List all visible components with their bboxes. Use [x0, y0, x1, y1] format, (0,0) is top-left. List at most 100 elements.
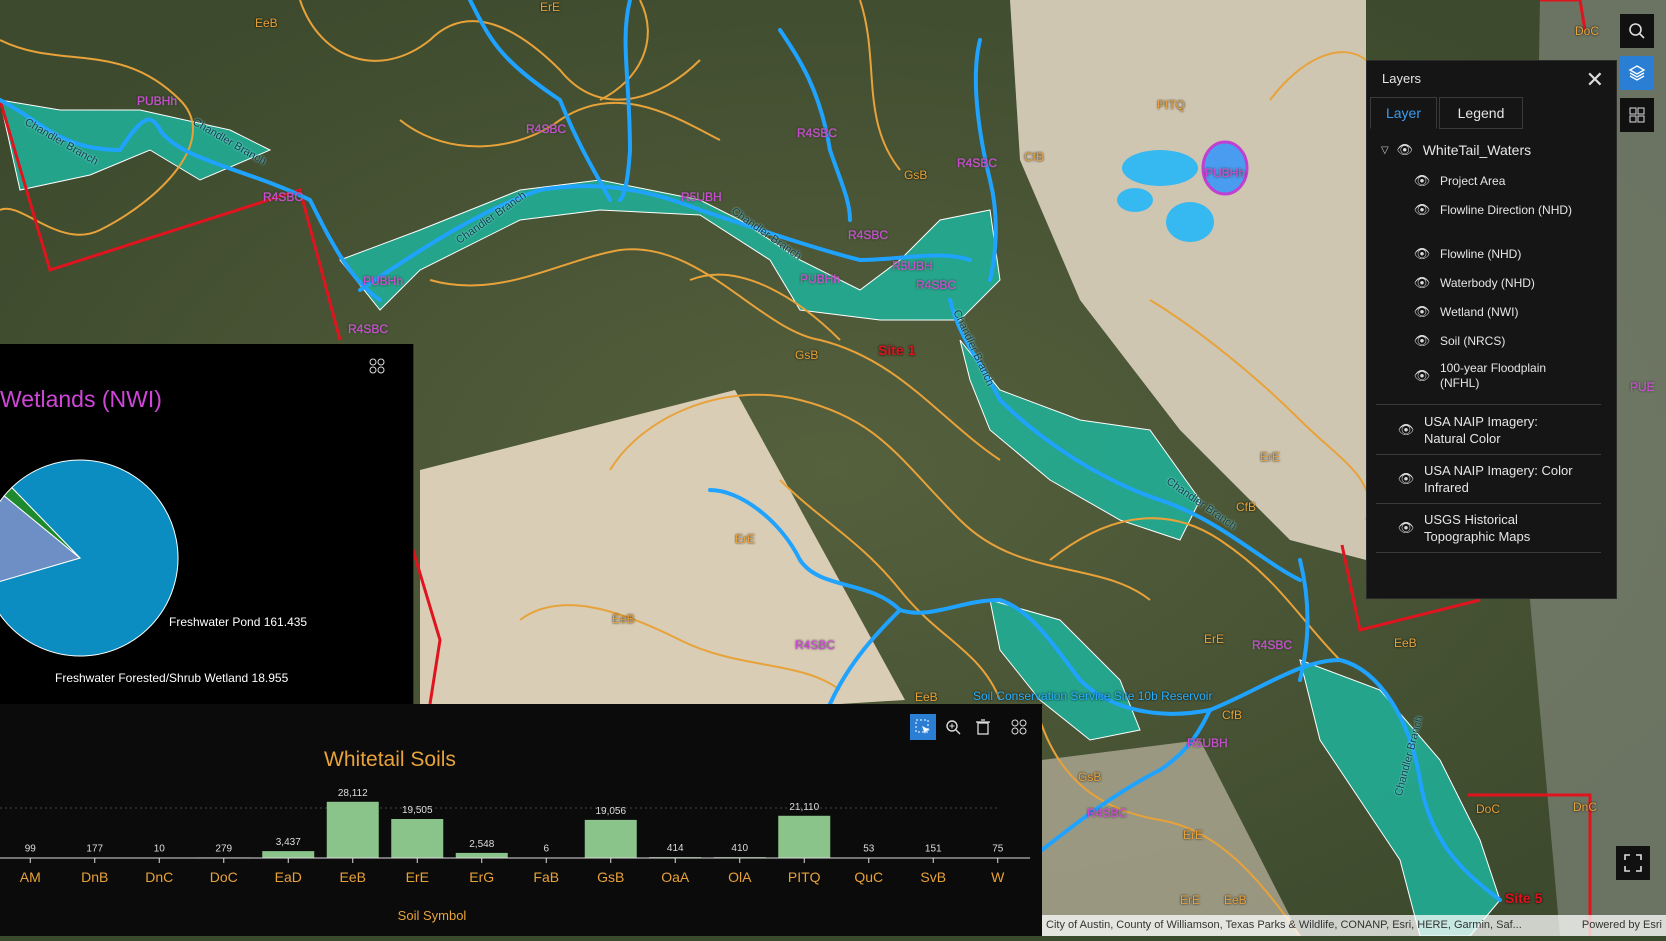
soil-label: GsB [904, 168, 928, 182]
wetland-label: R5UBH [681, 190, 722, 204]
reservoir-label: Soil Conservation Service Site 10b Reser… [973, 689, 1213, 703]
bar-value-label: 410 [731, 843, 748, 854]
soil-label: GsB [1078, 770, 1102, 784]
soil-label: ErE [1180, 893, 1201, 907]
bar[interactable] [778, 815, 831, 858]
x-tick-label: PITQ [788, 869, 821, 885]
bar-value-label: 6 [543, 844, 549, 855]
bar[interactable] [391, 818, 444, 858]
x-tick-label: SvB [920, 869, 946, 885]
bar-value-label: 21,110 [789, 802, 819, 813]
soil-label: GsB [795, 348, 819, 362]
divider [1376, 503, 1601, 504]
bar-value-label: 10 [154, 844, 166, 855]
bar-value-label: 151 [925, 844, 942, 855]
layer-label: Waterbody (NHD) [1440, 276, 1535, 290]
x-tick-label: DoC [210, 869, 238, 885]
layer-item-flowline-direction[interactable]: 👁 Flowline Direction (NHD) [1412, 202, 1602, 218]
wetland-label: R4SBC [957, 156, 998, 170]
eye-icon[interactable]: 👁 [1396, 520, 1416, 536]
layer-item-project-area[interactable]: 👁 Project Area [1412, 173, 1506, 189]
layer-label: 100-year Floodplain (NFHL) [1440, 361, 1547, 390]
eye-icon[interactable]: 👁 [1412, 275, 1432, 291]
x-tick-label: ErG [469, 869, 494, 885]
soil-label: EeB [1394, 636, 1417, 650]
eye-icon[interactable]: 👁 [1395, 142, 1415, 158]
basemap-label: USA NAIP Imagery: Natural Color [1424, 414, 1538, 446]
layer-label: Wetland (NWI) [1440, 305, 1519, 319]
site-label: Site 1 [878, 342, 916, 358]
wetland-label: PUBHh [800, 272, 841, 286]
soil-label: EeB [915, 690, 938, 704]
wetland-label: PUBHh [363, 274, 404, 288]
wetland-label: R4SBC [1087, 806, 1128, 820]
basemap-item-naip-infrared[interactable]: 👁 USA NAIP Imagery: Color Infrared [1396, 462, 1596, 496]
eye-icon[interactable]: 👁 [1412, 246, 1432, 262]
wetland-label: R4SBC [263, 190, 304, 204]
eye-icon[interactable]: 👁 [1412, 202, 1432, 218]
soil-label: DnC [1573, 800, 1598, 814]
wetland-label: R4SBC [526, 122, 567, 136]
layer-item-soil[interactable]: 👁 Soil (NRCS) [1412, 333, 1506, 349]
powered-by-esri[interactable]: Powered by Esri [1582, 915, 1662, 936]
basemap-label: USGS Historical Topographic Maps [1424, 512, 1531, 544]
bar-value-label: 3,437 [276, 837, 301, 848]
eye-icon[interactable]: 👁 [1412, 368, 1432, 384]
eye-icon[interactable]: 👁 [1412, 333, 1432, 349]
layer-item-waterbody[interactable]: 👁 Waterbody (NHD) [1412, 275, 1535, 291]
eye-icon[interactable]: 👁 [1396, 422, 1416, 438]
pie-chart[interactable] [0, 344, 413, 704]
wetland-label: PUBHh [1205, 166, 1246, 180]
layers-button[interactable] [1620, 56, 1654, 90]
wetland-label: R4SBC [795, 638, 836, 652]
bar[interactable] [455, 852, 508, 858]
caret-down-icon[interactable]: ▽ [1381, 145, 1389, 156]
x-tick-label: AM [20, 869, 41, 885]
pie-annotation: Freshwater Pond 161.435 [169, 615, 308, 629]
bar[interactable] [326, 801, 379, 858]
close-button[interactable]: ✕ [1586, 67, 1604, 93]
tab-legend[interactable]: Legend [1439, 97, 1523, 129]
search-button[interactable] [1620, 14, 1654, 48]
basemap-gallery-button[interactable] [1620, 98, 1654, 132]
soil-label: DoC [1476, 802, 1501, 816]
bar[interactable] [262, 851, 315, 858]
layer-item-wetland[interactable]: 👁 Wetland (NWI) [1412, 304, 1519, 320]
fullscreen-button[interactable] [1616, 846, 1650, 880]
bar-value-label: 19,505 [402, 805, 433, 816]
bar-value-label: 19,056 [595, 806, 626, 817]
bar-value-label: 2,548 [469, 839, 494, 850]
bar-value-label: 279 [215, 843, 232, 854]
bar-chart[interactable]: 99 AM 177 DnB 10 DnC 279 DoC 3,437 EaD 28,112 EeB 19… [0, 704, 1042, 936]
layer-group-whitetail-waters[interactable]: ▽ 👁 WhiteTail_Waters [1381, 139, 1531, 161]
wetland-label: R4SBC [797, 126, 838, 140]
attribution-text: City of Austin, County of Williamson, Te… [1046, 919, 1522, 931]
bar[interactable] [584, 819, 637, 858]
soil-label: DoC [1575, 24, 1600, 38]
wetland-label: PUBHh [137, 94, 178, 108]
layer-label: Soil (NRCS) [1440, 334, 1506, 348]
eye-icon[interactable]: 👁 [1412, 173, 1432, 189]
wetland-label: R5UBH [1187, 736, 1228, 750]
wetland-label: R4SBC [1252, 638, 1293, 652]
x-tick-label: OaA [661, 869, 690, 885]
eye-icon[interactable]: 👁 [1396, 471, 1416, 487]
basemap-item-usgs-topo[interactable]: 👁 USGS Historical Topographic Maps [1396, 511, 1596, 545]
tab-layer[interactable]: Layer [1370, 97, 1437, 129]
soil-label: CfB [1222, 708, 1243, 722]
layer-item-flowline[interactable]: 👁 Flowline (NHD) [1412, 246, 1522, 262]
panel-title: Layers [1382, 71, 1422, 86]
layer-item-floodplain[interactable]: 👁 100-year Floodplain (NFHL) [1412, 361, 1602, 391]
eye-icon[interactable]: 👁 [1412, 304, 1432, 320]
soil-label: ErE [1183, 828, 1204, 842]
bar-value-label: 75 [992, 844, 1004, 855]
x-tick-label: GsB [597, 869, 624, 885]
basemap-item-naip-natural[interactable]: 👁 USA NAIP Imagery: Natural Color [1396, 413, 1596, 447]
fullscreen-icon [1624, 854, 1642, 872]
soils-chart-panel: Whitetail Soils 99 AM 177 DnB 10 DnC 279 DoC 3,4… [0, 704, 1042, 936]
x-tick-label: DnB [81, 869, 108, 885]
soil-label: EeB [612, 612, 635, 626]
pie-annotation: Freshwater Forested/Shrub Wetland 18.955 [55, 671, 289, 685]
soil-label: EeB [1224, 893, 1247, 907]
wetland-label: R4SBC [848, 228, 889, 242]
